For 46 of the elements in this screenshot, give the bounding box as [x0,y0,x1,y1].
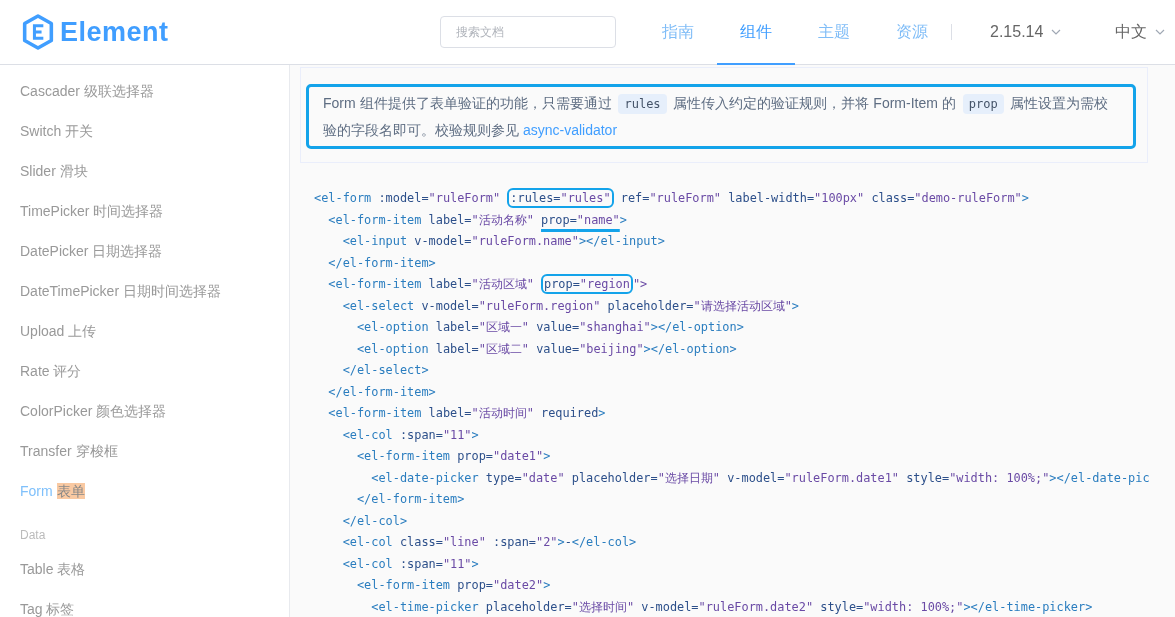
sidebar-item[interactable]: ColorPicker 颜色选择器 [20,403,167,421]
code-line: <el-col :span="11"> [341,426,480,444]
code-line: </el-col> [341,512,409,530]
code-line: <el-form-item prop="date2"> [355,577,552,594]
code-line: <el-option label="区域一" value="shanghai"></el-option> [355,319,745,336]
code-line: </el-form-item> [355,491,466,508]
sidebar-item[interactable]: Table 表格 [20,561,86,579]
nav-link[interactable]: 资源 [873,1,951,65]
link[interactable]: async-validator [522,122,618,138]
code-line: <el-form-item label="活动名称" prop="name"> [327,211,628,229]
sidebar-item[interactable]: Slider 滑块 [20,163,88,181]
code-line: </el-form-item> [327,383,437,401]
chevron-down-icon [1155,29,1166,35]
sidebar-item[interactable]: DatePicker 日期选择器 [20,243,163,261]
code-line: <el-col class="line" :span="2">-</el-col> [341,534,638,551]
code-line: <el-date-picker type="date" placeholder="选择日期" v-model="ruleForm.date1" style="width: 100%;"></el-date-pic [370,469,1151,487]
code-line: <el-option label="区域二" value="beijing"></el-option> [355,340,738,358]
logo-text[interactable]: Element [60,16,169,48]
sidebar-item[interactable]: Upload 上传 [20,323,97,341]
code-line: <el-input v-model="ruleForm.name"></el-input> [341,233,666,250]
sidebar-item[interactable]: Cascader 级联选择器 [20,83,154,101]
code-line: <el-form-item label="活动区域" prop="region "> [314,274,1175,296]
nav-link[interactable]: 指南 [639,1,717,65]
logo-icon [22,14,54,50]
sidebar-item[interactable]: DateTimePicker 日期时间选择器 [20,283,221,301]
sidebar-item[interactable]: Form 表单 [20,483,85,501]
code-line: </el-select> [341,362,430,379]
sidebar-item[interactable]: TimePicker 时间选择器 [20,203,164,221]
sidebar-item[interactable]: Rate 评分 [20,363,82,381]
search-field[interactable]: 搜索文档 [440,16,616,48]
sidebar-item[interactable]: Switch 开关 [20,123,94,141]
code-line: <el-form-item prop="date1"> [355,448,552,465]
code-line: <el-form-item label="活动时间" required> [327,405,607,422]
code-line: <el-col :span="11"> [341,555,480,573]
language-dropdown[interactable]: 中文 [1115,21,1166,43]
version-dropdown[interactable]: 2.15.14 [990,23,1062,41]
code-line: <el-form :model="ruleForm" :rules="rules" ref="ruleForm" label-width="100px" class="demo-ruleForm"> [314,188,1175,210]
group-heading: Data [20,528,47,544]
code-line: <el-select v-model="ruleForm.region" placeholder="请选择活动区域"> [341,297,800,315]
code-line: <el-time-picker placeholder="选择时间" v-model="ruleForm.date2" style="width: 100%;"></el-time-picker> [370,598,1094,616]
nav-link[interactable]: 主题 [795,1,873,65]
tip-text: Form 组件提供了表单验证的功能，只需要通过 rules 属性传入约定的验证规则，并将 Form-Item 的 prop 属性设置为需校验的字段名即可。校验规则参见 async-validator [323,93,1110,140]
sidebar-item[interactable]: Transfer 穿梭框 [20,443,118,461]
sidebar-item[interactable]: Tag 标签 [20,601,75,617]
chevron-down-icon [1051,29,1062,35]
code-line: </el-form-item> [327,254,437,272]
